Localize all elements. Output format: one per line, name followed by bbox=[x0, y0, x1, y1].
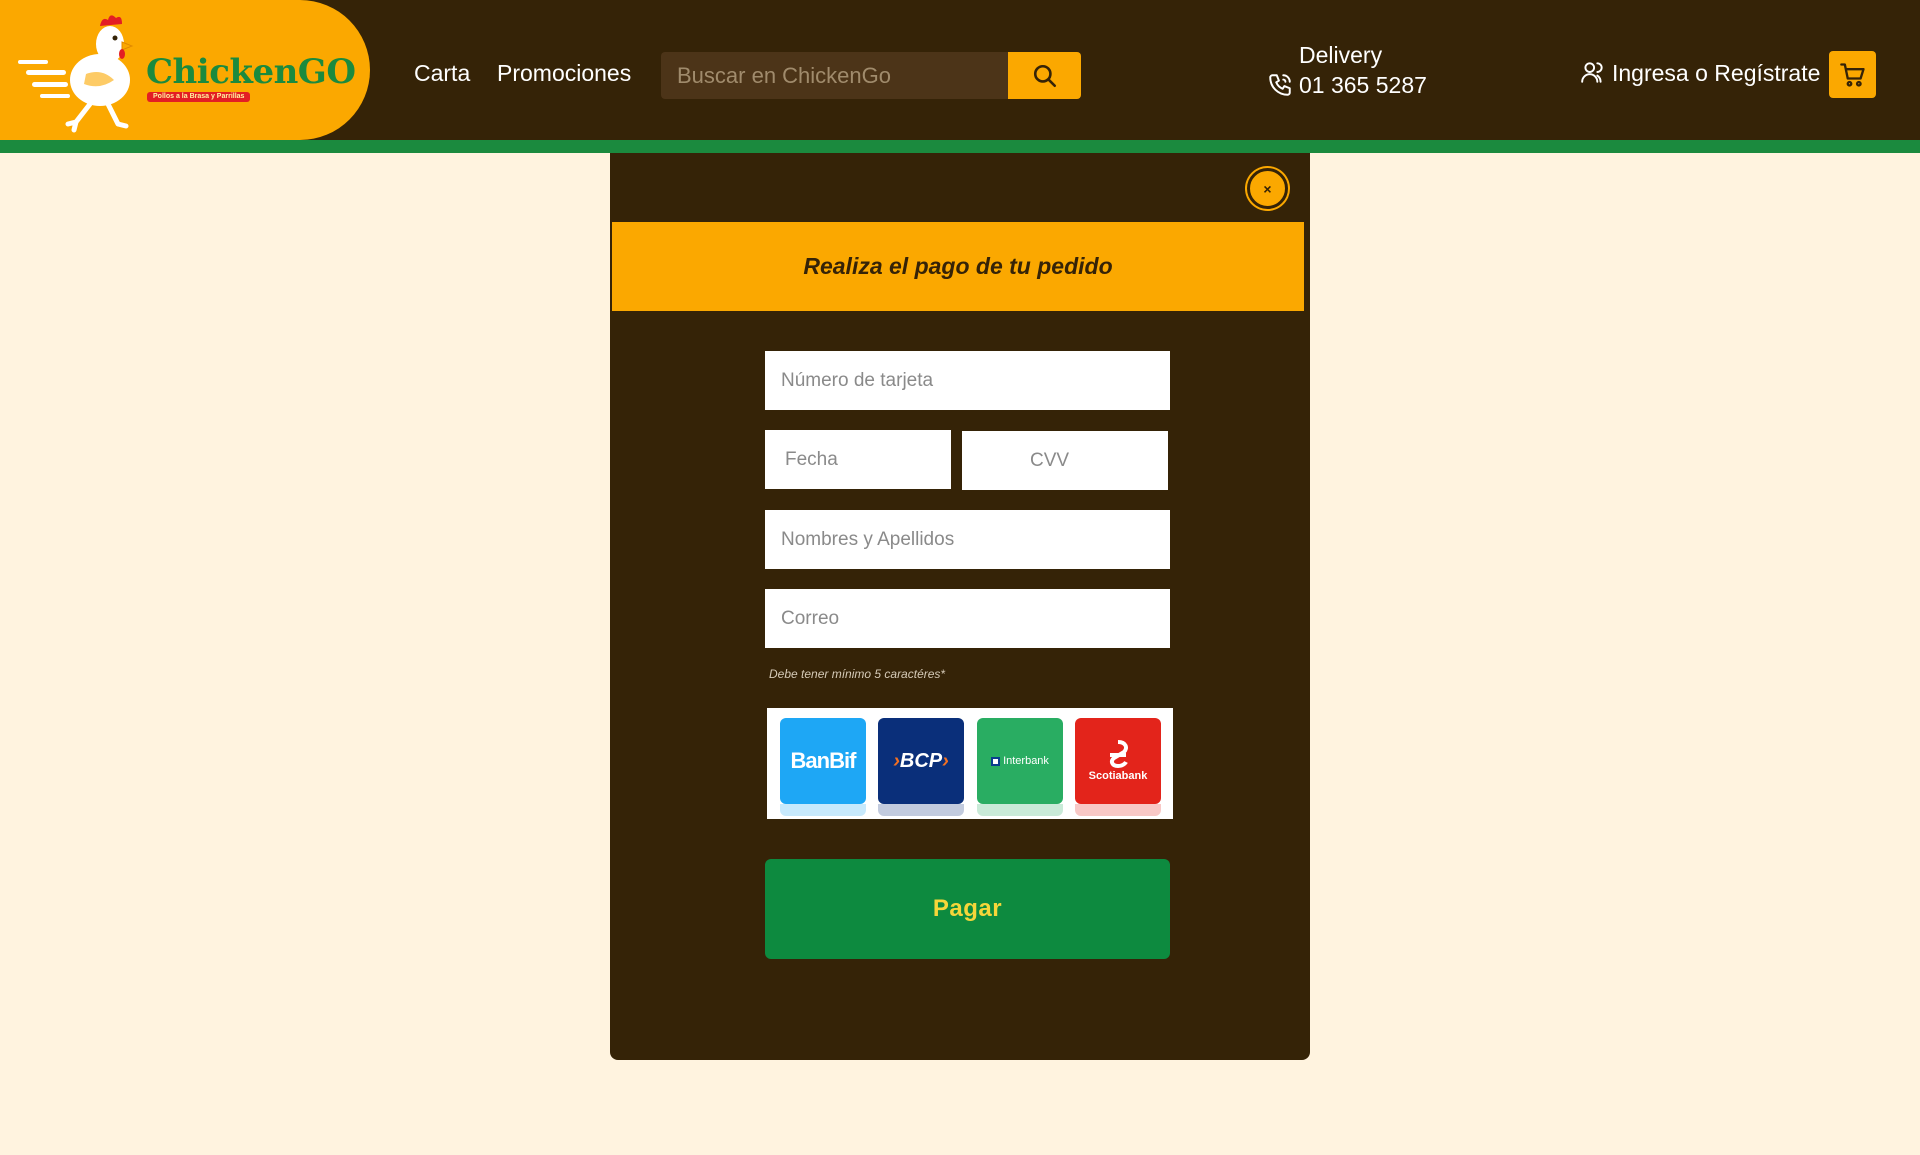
brand-tagline: Pollos a la Brasa y Parrillas bbox=[147, 92, 251, 102]
bank-interbank-label: Interbank bbox=[1003, 755, 1049, 767]
search-icon bbox=[1033, 64, 1056, 87]
bank-interbank[interactable]: Interbank bbox=[977, 718, 1063, 804]
phone-icon bbox=[1269, 74, 1291, 96]
brand-logo[interactable]: ChickenGO Pollos a la Brasa y Parrillas bbox=[0, 0, 370, 140]
email-hint: Debe tener mínimo 5 caractéres* bbox=[769, 667, 946, 681]
user-icon bbox=[1581, 62, 1603, 83]
header-divider bbox=[0, 140, 1920, 153]
search-button[interactable] bbox=[1008, 52, 1081, 99]
bank-scotiabank[interactable]: Scotiabank bbox=[1075, 718, 1161, 804]
bank-banbif[interactable]: BanBif bbox=[780, 718, 866, 804]
pay-button[interactable]: Pagar bbox=[765, 859, 1170, 959]
modal-title: Realiza el pago de tu pedido bbox=[803, 253, 1113, 279]
bank-bcp-reflection bbox=[878, 804, 964, 816]
full-name-field[interactable] bbox=[765, 510, 1170, 569]
site-header: ChickenGO Pollos a la Brasa y Parrillas … bbox=[0, 0, 1920, 140]
bank-banbif-label: BanBif bbox=[790, 748, 857, 773]
scotiabank-logo-icon bbox=[1109, 740, 1128, 769]
date-field[interactable] bbox=[765, 430, 951, 489]
search-input[interactable] bbox=[661, 52, 1009, 99]
delivery-phone-link[interactable]: 01 365 5287 bbox=[1299, 72, 1427, 99]
bank-interbank-reflection bbox=[977, 804, 1063, 816]
cart-button[interactable] bbox=[1829, 51, 1876, 98]
email-field[interactable] bbox=[765, 589, 1170, 648]
bank-bcp-label: BCP bbox=[899, 749, 943, 772]
bcp-arrow-icon: › bbox=[942, 749, 949, 772]
cart-icon bbox=[1839, 62, 1865, 87]
chicken-mascot-icon bbox=[18, 15, 134, 133]
close-icon: × bbox=[1263, 180, 1272, 197]
nav-promociones[interactable]: Promociones bbox=[497, 60, 631, 87]
delivery-label: Delivery bbox=[1299, 42, 1383, 68]
bank-options: BanBif › BCP › Interbank Scotiabank bbox=[767, 708, 1173, 819]
bank-scotiabank-label: Scotiabank bbox=[1088, 770, 1148, 782]
brand-name: ChickenGO bbox=[146, 52, 356, 92]
cvv-field[interactable] bbox=[962, 431, 1168, 490]
payment-modal: × Realiza el pago de tu pedido Debe tene… bbox=[610, 153, 1310, 1060]
bank-scotiabank-reflection bbox=[1075, 804, 1161, 816]
bank-banbif-reflection bbox=[780, 804, 866, 816]
modal-header: Realiza el pago de tu pedido bbox=[612, 222, 1304, 311]
card-number-field[interactable] bbox=[765, 351, 1170, 410]
bank-bcp[interactable]: › BCP › bbox=[878, 718, 964, 804]
nav-carta[interactable]: Carta bbox=[414, 60, 470, 87]
interbank-logo-icon bbox=[991, 756, 1001, 766]
login-register-link[interactable]: Ingresa o Regístrate bbox=[1612, 60, 1820, 87]
bcp-arrow-icon: › bbox=[893, 749, 900, 772]
close-button[interactable]: × bbox=[1247, 168, 1288, 209]
